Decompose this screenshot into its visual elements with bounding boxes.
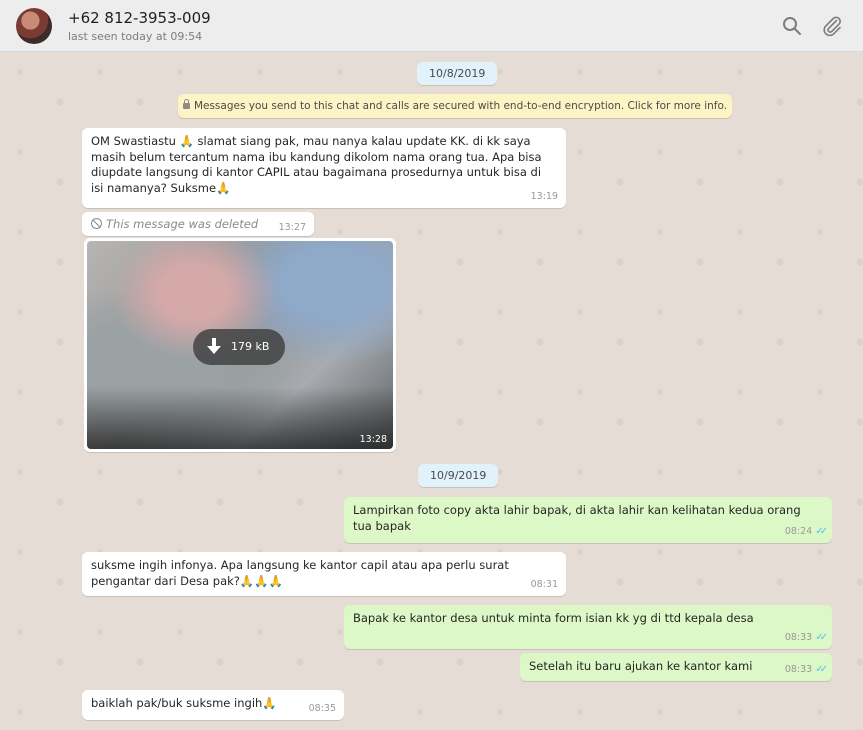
paperclip-icon[interactable] <box>820 14 844 38</box>
download-icon <box>207 338 221 354</box>
message-meta: 08:33 ✓✓ <box>784 662 828 678</box>
message-text: Bapak ke kantor desa untuk minta form is… <box>353 611 754 625</box>
read-ticks-icon: ✓✓ <box>815 663 828 675</box>
message-time: 08:33 <box>784 663 813 675</box>
contact-name[interactable]: +62 812-3953-009 <box>68 9 211 27</box>
message-text: suksme ingih infonya. Apa langsung ke ka… <box>91 558 509 588</box>
message-time: 13:27 <box>278 222 306 233</box>
message-time: 08:33 <box>784 631 813 643</box>
encryption-notice[interactable]: Messages you send to this chat and calls… <box>178 94 732 118</box>
outgoing-message[interactable]: Lampirkan foto copy akta lahir bapak, di… <box>344 497 832 543</box>
blocked-icon <box>91 218 102 229</box>
message-meta: 08:24 ✓✓ <box>784 524 828 540</box>
message-time: 08:31 <box>530 578 558 590</box>
outgoing-message[interactable]: Setelah itu baru ajukan ke kantor kami 0… <box>520 653 832 681</box>
encryption-notice-text: Messages you send to this chat and calls… <box>193 100 728 112</box>
message-text: baiklah pak/buk suksme ingih🙏 <box>91 696 277 710</box>
message-text: Lampirkan foto copy akta lahir bapak, di… <box>353 503 801 533</box>
message-text: OM Swastiastu 🙏 slamat siang pak, mau na… <box>91 134 542 195</box>
message-time: 08:24 <box>784 525 813 537</box>
search-icon[interactable] <box>780 14 804 38</box>
date-divider: 10/9/2019 <box>418 464 499 487</box>
avatar[interactable] <box>16 8 52 44</box>
last-seen-status: last seen today at 09:54 <box>68 30 203 43</box>
message-time: 13:28 <box>359 434 387 445</box>
incoming-message[interactable]: OM Swastiastu 🙏 slamat siang pak, mau na… <box>82 128 566 208</box>
image-size: 179 kB <box>231 340 270 353</box>
blurred-image-preview[interactable]: 179 kB 13:28 <box>87 241 393 449</box>
chat-area[interactable]: 10/8/2019 Messages you send to this chat… <box>0 52 863 730</box>
outgoing-message[interactable]: Bapak ke kantor desa untuk minta form is… <box>344 605 832 649</box>
download-button[interactable]: 179 kB <box>193 329 285 365</box>
message-meta: 08:33 ✓✓ <box>784 630 828 646</box>
date-divider: 10/8/2019 <box>417 62 498 85</box>
incoming-message[interactable]: baiklah pak/buk suksme ingih🙏 08:35 <box>82 690 344 720</box>
incoming-message[interactable]: suksme ingih infonya. Apa langsung ke ka… <box>82 552 566 596</box>
chat-header: +62 812-3953-009 last seen today at 09:5… <box>0 0 863 52</box>
lock-icon <box>182 99 190 109</box>
message-time: 13:19 <box>530 190 558 202</box>
deleted-text: This message was deleted <box>106 217 259 231</box>
read-ticks-icon: ✓✓ <box>815 525 828 537</box>
image-message[interactable]: 179 kB 13:28 <box>84 238 396 452</box>
message-time: 08:35 <box>308 702 336 714</box>
deleted-message[interactable]: This message was deleted 13:27 <box>82 212 314 236</box>
read-ticks-icon: ✓✓ <box>815 631 828 643</box>
message-text: Setelah itu baru ajukan ke kantor kami <box>529 659 753 673</box>
